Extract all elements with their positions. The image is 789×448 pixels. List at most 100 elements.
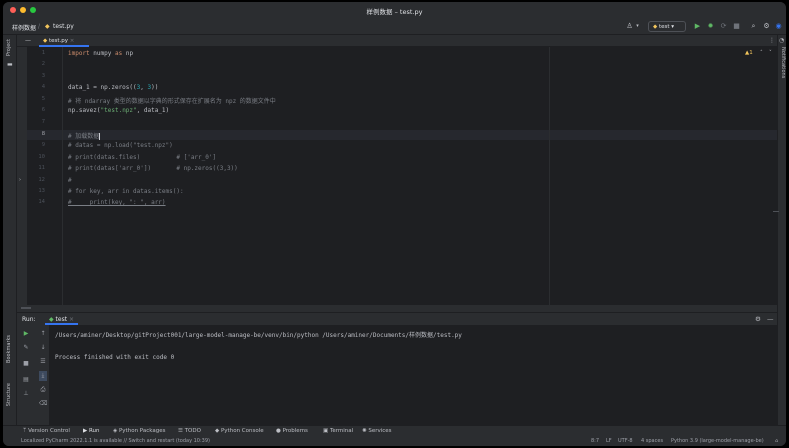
line-number: 12 — [38, 177, 45, 183]
stop-icon[interactable]: ■ — [21, 359, 31, 369]
run-configuration-select[interactable]: ◆ test ▾ — [648, 21, 686, 32]
run-icon[interactable]: ▶ — [693, 22, 702, 31]
scroll-marker — [773, 211, 779, 212]
gear-icon[interactable]: ⚙ — [762, 22, 771, 31]
chevron-down-icon: ▾ — [669, 24, 675, 30]
editor-tab-bar: — ◆ test.py × ⋮ — [17, 35, 777, 47]
print-icon[interactable]: ⎙ — [39, 385, 47, 395]
line-separator[interactable]: LF — [606, 438, 612, 444]
version-control-tool-button[interactable]: ᛘ Version Control — [23, 428, 70, 434]
tab-test-py[interactable]: ◆ test.py × — [39, 35, 89, 47]
inspection-warning-icon[interactable]: ▲1 — [745, 50, 753, 56]
lock-icon[interactable]: ⌂ — [775, 438, 778, 444]
run-configuration-label: test — [658, 24, 670, 30]
code-line-6: np.savez("test.npz", data_1) — [68, 107, 170, 114]
line-number: 2 — [41, 61, 45, 67]
line-number: 7 — [41, 119, 45, 125]
bottom-tool-bar: ᛘ Version Control ▶ Run ◈ Python Package… — [3, 425, 786, 437]
list-icon: ☰ — [178, 428, 185, 434]
chevron-up-icon[interactable]: ˄ — [760, 50, 763, 56]
console-command-line: /Users/aminer/Desktop/gitProject001/larg… — [55, 332, 462, 339]
python-interpreter[interactable]: Python 3.9 (large-model-manage-be) — [671, 438, 764, 444]
project-tool-button[interactable]: Project — [6, 39, 12, 56]
line-number: 9 — [41, 142, 45, 148]
run-tab-test[interactable]: ◆ test × — [45, 314, 78, 325]
arrow-up-icon[interactable]: ↑ — [39, 329, 47, 339]
arrow-down-icon[interactable]: ↓ — [39, 343, 47, 353]
run-tool-button[interactable]: ▶ Run — [83, 428, 100, 434]
line-number: 3 — [41, 73, 45, 79]
close-icon[interactable]: × — [68, 38, 75, 44]
breadcrumb-separator: / — [38, 23, 41, 30]
services-tool-button[interactable]: ✺ Services — [362, 428, 392, 434]
code-line-8: # 加载数据 — [68, 133, 101, 140]
code-line-13: # for key, arr in datas.items(): — [68, 188, 184, 195]
python-file-icon: ◆ — [45, 23, 50, 30]
line-number: 8 — [41, 131, 45, 137]
trash-icon[interactable]: ⌫ — [39, 399, 47, 409]
wrench-icon[interactable]: ✎ — [21, 343, 31, 353]
collapse-icon[interactable]: — — [25, 37, 31, 44]
structure-tool-button[interactable]: Structure — [6, 383, 12, 406]
line-number: 1 — [41, 50, 45, 56]
indent-setting[interactable]: 4 spaces — [641, 438, 663, 444]
close-icon[interactable]: × — [67, 316, 74, 323]
line-number: 5 — [41, 96, 45, 102]
folder-icon[interactable]: ▬ — [7, 61, 13, 68]
expand-icon[interactable]: › — [19, 177, 21, 183]
code-line-1: import numpy as np — [68, 50, 134, 57]
ide-logo-icon[interactable]: ◉ — [774, 22, 783, 31]
soft-wrap-icon[interactable]: ☰ — [39, 357, 47, 367]
code-line-11: # print(datas['arr_0']) # np.zeros((3,3)… — [68, 165, 238, 172]
python-packages-tool-button[interactable]: ◈ Python Packages — [113, 428, 165, 434]
console-output[interactable]: /Users/aminer/Desktop/gitProject001/larg… — [49, 325, 777, 426]
notifications-tool-button[interactable]: Notifications — [780, 47, 786, 78]
code-editor[interactable]: ▲1 ˄ ˅ 1 2 3 4 5 6 7 8 9 10 11 12 13 14 import numpy … — [27, 47, 779, 305]
chevron-down-icon[interactable]: ˅ — [769, 50, 772, 56]
line-number: 11 — [38, 165, 45, 171]
breadcrumb-project[interactable]: 样例数据 — [12, 23, 36, 32]
run-tab-label: test — [55, 316, 68, 323]
bookmarks-tool-button[interactable]: Bookmarks — [6, 335, 12, 363]
chevron-down-icon[interactable]: ▾ — [633, 22, 642, 31]
line-number: 4 — [41, 84, 45, 90]
line-number: 13 — [38, 188, 45, 194]
horizontal-scrollbar[interactable] — [21, 307, 31, 309]
navigation-bar: 样例数据 / ◆ test.py ♙ ▾ ◆ test ▾ ▶ ✹ ⟳ ■ ⌕ … — [3, 18, 786, 35]
code-line-12: # — [68, 177, 72, 184]
terminal-icon: ▣ — [323, 428, 330, 434]
caret-position[interactable]: 8:7 — [591, 438, 599, 444]
project-panel-collapsed: › — [17, 47, 27, 305]
line-number: 14 — [38, 199, 45, 205]
run-panel-header: Run: ◆ test × ⚙ — — [17, 313, 777, 325]
code-line-9: # datas = np.load("test.npz") — [68, 142, 173, 149]
breadcrumb-file[interactable]: test.py — [53, 23, 74, 30]
code-line-4: data_1 = np.zeros((3, 3)) — [68, 84, 159, 91]
debug-icon[interactable]: ✹ — [706, 22, 715, 31]
run-panel-label: Run: — [22, 316, 36, 323]
problems-tool-button[interactable]: ● Problems — [276, 428, 308, 434]
scroll-to-end-icon[interactable]: ⤓ — [39, 371, 47, 381]
layout-icon[interactable]: ▤ — [21, 375, 31, 385]
more-icon[interactable]: ⋮ — [769, 37, 775, 44]
coverage-icon[interactable]: ⟳ — [719, 22, 728, 31]
status-message[interactable]: Localized PyCharm 2022.1.1 is available … — [21, 438, 210, 444]
title-bar: 样例数据 – test.py — [3, 2, 786, 18]
text-caret — [99, 133, 101, 140]
minimize-icon[interactable]: — — [767, 315, 774, 323]
current-line-highlight — [27, 130, 777, 140]
bell-icon[interactable]: ◔ — [779, 37, 784, 44]
terminal-tool-button[interactable]: ▣ Terminal — [323, 428, 353, 434]
left-tool-strip: Project ▬ Bookmarks Structure — [3, 35, 17, 425]
python-console-tool-button[interactable]: ◆ Python Console — [215, 428, 264, 434]
search-icon[interactable]: ⌕ — [749, 22, 758, 31]
file-encoding[interactable]: UTF-8 — [618, 438, 633, 444]
pin-icon[interactable]: ⊥ — [21, 389, 31, 399]
tab-label: test.py — [48, 38, 69, 44]
status-bar: Localized PyCharm 2022.1.1 is available … — [3, 437, 786, 446]
ide-window: 样例数据 – test.py 样例数据 / ◆ test.py ♙ ▾ ◆ te… — [3, 2, 786, 446]
stop-icon[interactable]: ■ — [732, 22, 741, 31]
rerun-icon[interactable]: ▶ — [21, 329, 31, 339]
todo-tool-button[interactable]: ☰ TODO — [178, 428, 201, 434]
gear-icon[interactable]: ⚙ — [755, 315, 761, 323]
